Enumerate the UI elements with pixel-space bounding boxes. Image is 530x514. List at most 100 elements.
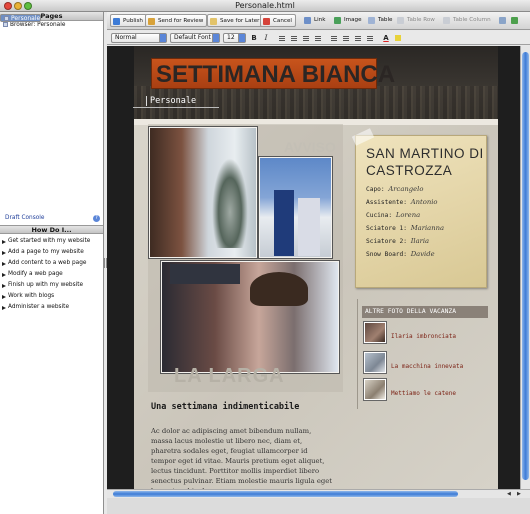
table-button[interactable]: Table bbox=[366, 14, 392, 27]
note-row: Assistente: Antonio bbox=[366, 198, 438, 206]
font-size-select[interactable]: 12 bbox=[223, 33, 246, 43]
vertical-scrollbar[interactable] bbox=[520, 46, 530, 489]
send-review-icon bbox=[148, 18, 155, 25]
bold-button[interactable]: B bbox=[249, 33, 259, 43]
publish-icon bbox=[113, 18, 120, 25]
validate-icon[interactable] bbox=[510, 14, 520, 27]
note-row: Cucina: Lorena bbox=[366, 211, 421, 219]
thumbnail-chains[interactable] bbox=[364, 379, 386, 400]
text-color-button[interactable]: A bbox=[381, 33, 391, 43]
indent-icon[interactable] bbox=[365, 33, 375, 43]
format-toolbar: Normal Default Font 12 B I A bbox=[107, 31, 530, 45]
more-photos-header: ALTRE FOTO DELLA VACANZA bbox=[362, 306, 488, 318]
caption-link[interactable]: La macchina innevata bbox=[391, 363, 463, 370]
save-for-later-button[interactable]: Save for Later bbox=[207, 14, 264, 27]
table-row-icon bbox=[397, 17, 404, 24]
horizontal-scrollbar[interactable]: ◀ ▶ bbox=[107, 489, 530, 498]
photo-friends-skiing[interactable] bbox=[161, 261, 339, 373]
thumbnail-ilaria[interactable] bbox=[364, 322, 386, 343]
table-row-label: Table Row bbox=[407, 17, 435, 23]
caption-link[interactable]: Mettiamo le catene bbox=[391, 390, 456, 397]
note-row: Sciatore 2: Ilaria bbox=[366, 237, 430, 245]
thumbnail-car[interactable] bbox=[364, 352, 386, 373]
tree-item-label: Personale bbox=[11, 15, 41, 22]
spell-check-icon[interactable] bbox=[498, 14, 508, 27]
how-item-modify-page[interactable]: Modify a web page bbox=[0, 269, 103, 280]
how-do-i-list: Get started with my website Add a page t… bbox=[0, 236, 103, 313]
background-watermark-text: LA LARGA bbox=[174, 365, 285, 387]
table-row-button[interactable]: Table Row bbox=[395, 14, 435, 27]
align-center-icon[interactable] bbox=[289, 33, 299, 43]
background-watermark-text: AVVISO bbox=[284, 139, 336, 155]
publish-button[interactable]: Publish bbox=[110, 14, 147, 27]
chevron-down-icon bbox=[212, 34, 219, 42]
tree-item-label: Browser: Personale bbox=[10, 22, 66, 28]
photo-couple-mountain[interactable] bbox=[259, 157, 332, 258]
cancel-icon bbox=[263, 18, 270, 25]
more-photos-box: ALTRE FOTO DELLA VACANZA Ilaria imbronci… bbox=[362, 306, 488, 406]
how-item-get-started[interactable]: Get started with my website bbox=[0, 236, 103, 247]
table-label: Table bbox=[378, 17, 393, 23]
horizontal-scroll-thumb[interactable] bbox=[113, 491, 458, 497]
publish-label: Publish bbox=[123, 18, 143, 24]
tree-item-personale[interactable]: Personale bbox=[0, 14, 42, 22]
paragraph-style-select[interactable]: Normal bbox=[111, 33, 167, 43]
scroll-right-icon[interactable]: ▶ bbox=[517, 491, 521, 497]
bulleted-list-icon[interactable] bbox=[329, 33, 339, 43]
image-button[interactable]: Image bbox=[332, 14, 362, 27]
caption-link[interactable]: Ilaria imbronciata bbox=[391, 333, 456, 340]
link-icon bbox=[304, 17, 311, 24]
sidebar: Pages Browser: Personale Personale Draft… bbox=[0, 12, 104, 514]
link-button[interactable]: Link bbox=[302, 14, 325, 27]
how-do-i-header: How Do I... bbox=[0, 225, 103, 234]
web-page: SETTIMANA BIANCA Personale AVVISO LA LAR… bbox=[133, 46, 498, 489]
vertical-scroll-thumb[interactable] bbox=[522, 52, 529, 480]
numbered-list-icon[interactable] bbox=[341, 33, 351, 43]
table-column-button[interactable]: Table Column bbox=[441, 14, 491, 27]
how-item-add-page[interactable]: Add a page to my website bbox=[0, 247, 103, 258]
nav-personale-link[interactable]: Personale bbox=[133, 96, 219, 108]
site-header: SETTIMANA BIANCA Personale bbox=[133, 46, 498, 119]
article-body: Ac dolor ac adipiscing amet bibendum nul… bbox=[151, 427, 333, 489]
send-for-review-button[interactable]: Send for Review bbox=[145, 14, 208, 27]
note-rows: Capo: Arcangelo Assistente: Antonio Cuci… bbox=[366, 183, 484, 261]
justify-icon[interactable] bbox=[313, 33, 323, 43]
how-item-finish-up[interactable]: Finish up with my website bbox=[0, 280, 103, 291]
outdent-icon[interactable] bbox=[353, 33, 363, 43]
font-select[interactable]: Default Font bbox=[170, 33, 220, 43]
save-icon bbox=[210, 18, 217, 25]
editor-canvas[interactable]: SETTIMANA BIANCA Personale AVVISO LA LAR… bbox=[107, 46, 520, 489]
font-size-value: 12 bbox=[227, 34, 235, 41]
font-value: Default Font bbox=[174, 34, 211, 41]
chevron-down-icon bbox=[159, 34, 166, 42]
page-body: AVVISO LA LARGA SAN MARTINO DI CASTROZZA… bbox=[134, 119, 498, 489]
tree-item-browser[interactable]: Browser: Personale bbox=[0, 21, 103, 29]
scroll-left-icon[interactable]: ◀ bbox=[507, 491, 511, 497]
paragraph-style-value: Normal bbox=[115, 34, 137, 41]
note-row: Snow Board: Davide bbox=[366, 250, 435, 258]
how-item-blogs[interactable]: Work with blogs bbox=[0, 291, 103, 302]
help-icon[interactable]: ? bbox=[93, 215, 100, 222]
draft-console-link[interactable]: Draft Console? bbox=[0, 214, 103, 223]
how-item-add-content[interactable]: Add content to a web page bbox=[0, 258, 103, 269]
italic-button[interactable]: I bbox=[261, 33, 271, 43]
cancel-label: Cancel bbox=[273, 18, 292, 24]
align-right-icon[interactable] bbox=[301, 33, 311, 43]
note-title: SAN MARTINO DI CASTROZZA bbox=[366, 146, 484, 178]
window-title: Personale.html bbox=[235, 1, 295, 10]
highlight-icon[interactable] bbox=[393, 33, 403, 43]
info-note: SAN MARTINO DI CASTROZZA Capo: Arcangelo… bbox=[351, 128, 487, 288]
page-icon bbox=[3, 22, 8, 27]
site-title: SETTIMANA BIANCA bbox=[156, 61, 396, 88]
note-row: Sciatore 1: Marianna bbox=[366, 224, 445, 232]
align-left-icon[interactable] bbox=[277, 33, 287, 43]
table-icon bbox=[368, 17, 375, 24]
photo-man-snow[interactable] bbox=[149, 127, 257, 258]
table-column-label: Table Column bbox=[453, 17, 491, 23]
cancel-button[interactable]: Cancel bbox=[260, 14, 296, 27]
save-later-label: Save for Later bbox=[220, 18, 260, 24]
how-item-administer[interactable]: Administer a website bbox=[0, 302, 103, 313]
send-review-label: Send for Review bbox=[158, 18, 204, 24]
image-label: Image bbox=[344, 17, 362, 23]
page-icon bbox=[4, 16, 9, 21]
